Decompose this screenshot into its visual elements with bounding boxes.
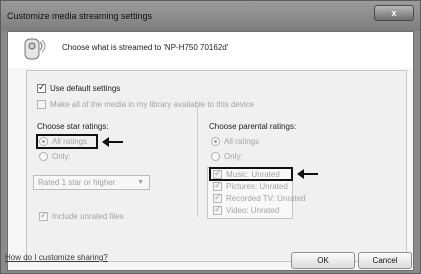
column-divider [197, 107, 198, 217]
dialog-content: Choose what is streamed to 'NP-H750 7016… [7, 31, 414, 271]
parental-only-label: Only: [224, 152, 243, 161]
checkbox-box[interactable] [37, 100, 46, 109]
close-button[interactable]: x [374, 5, 414, 21]
include-unrated-label: Include unrated files [52, 212, 124, 221]
radio-circle[interactable] [211, 152, 220, 161]
parental-item[interactable]: Video: Unrated [213, 204, 280, 215]
annotation-box-star [36, 134, 98, 149]
annotation-arrow-star [102, 137, 123, 147]
settings-panel [26, 70, 407, 262]
use-default-checkbox[interactable]: Use default settings [37, 82, 121, 93]
annotation-arrow-parental [297, 169, 318, 179]
annotation-box-parental [209, 167, 293, 181]
window-title: Customize media streaming settings [7, 11, 153, 21]
checkbox-box[interactable] [213, 192, 222, 203]
help-link[interactable]: How do I customize sharing? [5, 253, 108, 262]
header-text: Choose what is streamed to 'NP-H750 7016… [62, 43, 229, 52]
checkbox-box[interactable] [37, 82, 46, 93]
radio-circle[interactable] [211, 137, 220, 146]
parental-item[interactable]: Recorded TV: Unrated [213, 192, 306, 203]
header-area: Choose what is streamed to 'NP-H750 7016… [8, 32, 413, 68]
title-bar[interactable]: Customize media streaming settings x [1, 1, 420, 31]
star-rating-dropdown[interactable]: Rated 1 star or higher ▼ [33, 175, 150, 190]
parental-all-ratings-radio[interactable]: All ratings [211, 137, 259, 146]
dialog-window: Customize media streaming settings x Cho… [0, 0, 421, 274]
media-device-icon [24, 38, 46, 60]
include-unrated-checkbox[interactable]: Include unrated files [39, 210, 124, 221]
checkbox-box[interactable] [213, 204, 222, 215]
cancel-button[interactable]: Cancel [358, 252, 412, 269]
parental-item[interactable]: Pictures: Unrated [213, 180, 288, 191]
use-default-label: Use default settings [50, 84, 121, 93]
chevron-down-icon: ▼ [137, 179, 144, 186]
parental-item-label: Pictures: Unrated [226, 182, 288, 191]
parental-item-label: Recorded TV: Unrated [226, 194, 306, 203]
star-ratings-title: Choose star ratings: [37, 122, 109, 131]
ok-button[interactable]: OK [291, 252, 355, 269]
make-all-label: Make all of the media in my library avai… [50, 100, 255, 109]
star-rating-dropdown-value: Rated 1 star or higher [38, 178, 116, 187]
parental-only-radio[interactable]: Only: [211, 152, 243, 161]
parental-all-ratings-label: All ratings [224, 137, 260, 146]
parental-ratings-title: Choose parental ratings: [209, 122, 297, 131]
radio-circle[interactable] [39, 152, 48, 161]
checkbox-box[interactable] [39, 210, 48, 221]
parental-item-label: Video: Unrated [226, 206, 280, 215]
checkbox-box[interactable] [213, 180, 222, 191]
star-only-label: Only: [52, 152, 71, 161]
make-all-checkbox[interactable]: Make all of the media in my library avai… [37, 100, 254, 109]
star-only-radio[interactable]: Only: [39, 152, 71, 161]
